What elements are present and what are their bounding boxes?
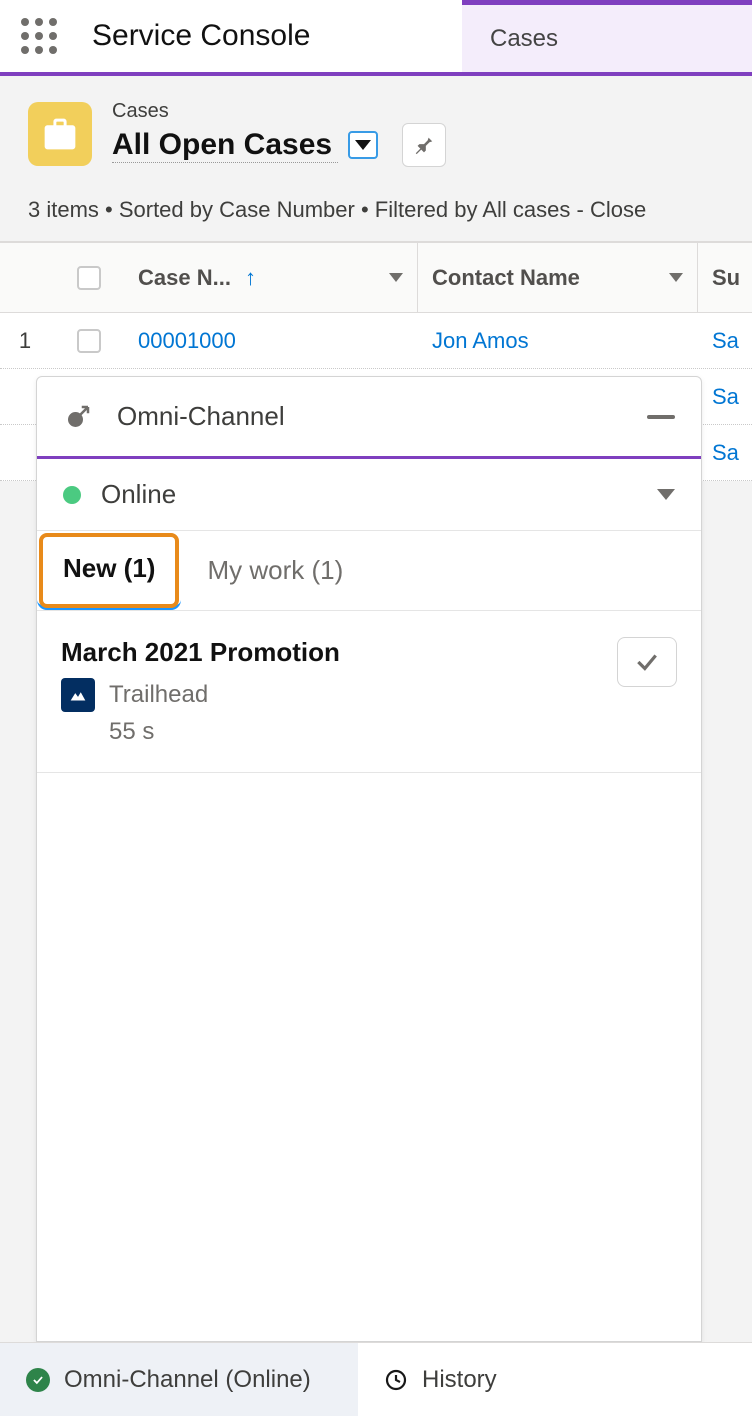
select-all-checkbox[interactable] bbox=[50, 266, 128, 290]
status-check-icon bbox=[26, 1368, 50, 1392]
column-label: Case N... bbox=[138, 265, 231, 291]
row-number: 1 bbox=[0, 328, 50, 354]
tab-new[interactable]: New (1) bbox=[37, 531, 181, 610]
trailhead-icon bbox=[61, 678, 95, 712]
table-row[interactable]: 1 00001000 Jon Amos Sa bbox=[0, 313, 752, 369]
pin-listview-button[interactable] bbox=[402, 123, 446, 167]
status-online-icon bbox=[63, 486, 81, 504]
minimize-button[interactable] bbox=[647, 415, 675, 419]
status-label: Online bbox=[101, 479, 657, 510]
case-number-link[interactable]: 00001000 bbox=[128, 328, 418, 354]
subject-link[interactable]: Sa bbox=[698, 440, 752, 466]
column-header-contact-name[interactable]: Contact Name bbox=[418, 243, 698, 312]
column-header-subject[interactable]: Su bbox=[698, 265, 752, 291]
utility-omni-channel[interactable]: Omni-Channel (Online) bbox=[0, 1343, 358, 1416]
listview-name[interactable]: All Open Cases bbox=[112, 128, 338, 163]
subject-link[interactable]: Sa bbox=[698, 384, 752, 410]
utility-bar: Omni-Channel (Online) History bbox=[0, 1342, 752, 1416]
table-header-row: Case N... ↑ Contact Name Su bbox=[0, 243, 752, 313]
page-header: Cases All Open Cases 3 items • Sorted by… bbox=[0, 76, 752, 242]
omni-panel-title: Omni-Channel bbox=[117, 401, 647, 432]
clock-icon bbox=[384, 1368, 408, 1392]
caret-down-icon bbox=[355, 140, 371, 150]
column-menu-icon[interactable] bbox=[669, 273, 683, 282]
top-navigation: Service Console Cases bbox=[0, 0, 752, 76]
check-icon bbox=[634, 649, 660, 675]
nav-tab-cases[interactable]: Cases bbox=[462, 0, 752, 72]
tab-label: New (1) bbox=[63, 553, 155, 584]
object-label: Cases bbox=[112, 100, 446, 123]
work-item-source: Trailhead bbox=[109, 681, 208, 709]
column-menu-icon[interactable] bbox=[389, 273, 403, 282]
work-item-title: March 2021 Promotion bbox=[61, 637, 603, 668]
listview-switcher-button[interactable] bbox=[348, 131, 378, 159]
column-label: Su bbox=[712, 265, 740, 290]
omni-status-selector[interactable]: Online bbox=[37, 459, 701, 531]
utility-label: Omni-Channel (Online) bbox=[64, 1366, 311, 1394]
utility-history[interactable]: History bbox=[358, 1343, 523, 1416]
column-header-case-number[interactable]: Case N... ↑ bbox=[128, 243, 418, 312]
tab-label: My work (1) bbox=[207, 555, 343, 586]
omni-channel-icon bbox=[63, 402, 93, 432]
pin-icon bbox=[413, 134, 435, 156]
work-item-age: 55 s bbox=[109, 718, 603, 746]
column-label: Contact Name bbox=[432, 265, 580, 291]
contact-name-link[interactable]: Jon Amos bbox=[418, 328, 698, 354]
case-object-icon bbox=[28, 102, 92, 166]
app-title: Service Console bbox=[56, 0, 340, 72]
listview-meta: 3 items • Sorted by Case Number • Filter… bbox=[28, 197, 724, 223]
omni-channel-panel: Omni-Channel Online New (1) My work (1) … bbox=[36, 376, 702, 1342]
tab-my-work[interactable]: My work (1) bbox=[181, 531, 369, 610]
chevron-down-icon bbox=[657, 489, 675, 500]
accept-work-button[interactable] bbox=[617, 637, 677, 687]
sort-ascending-icon: ↑ bbox=[245, 265, 256, 291]
waffle-icon bbox=[21, 18, 57, 54]
nav-tab-label: Cases bbox=[490, 25, 558, 53]
work-item[interactable]: March 2021 Promotion Trailhead 55 s bbox=[37, 611, 701, 773]
subject-link[interactable]: Sa bbox=[698, 328, 752, 354]
row-checkbox[interactable] bbox=[50, 329, 128, 353]
app-launcher-button[interactable] bbox=[0, 0, 56, 72]
omni-panel-header: Omni-Channel bbox=[37, 377, 701, 459]
utility-label: History bbox=[422, 1366, 497, 1394]
omni-tabs: New (1) My work (1) bbox=[37, 531, 701, 611]
